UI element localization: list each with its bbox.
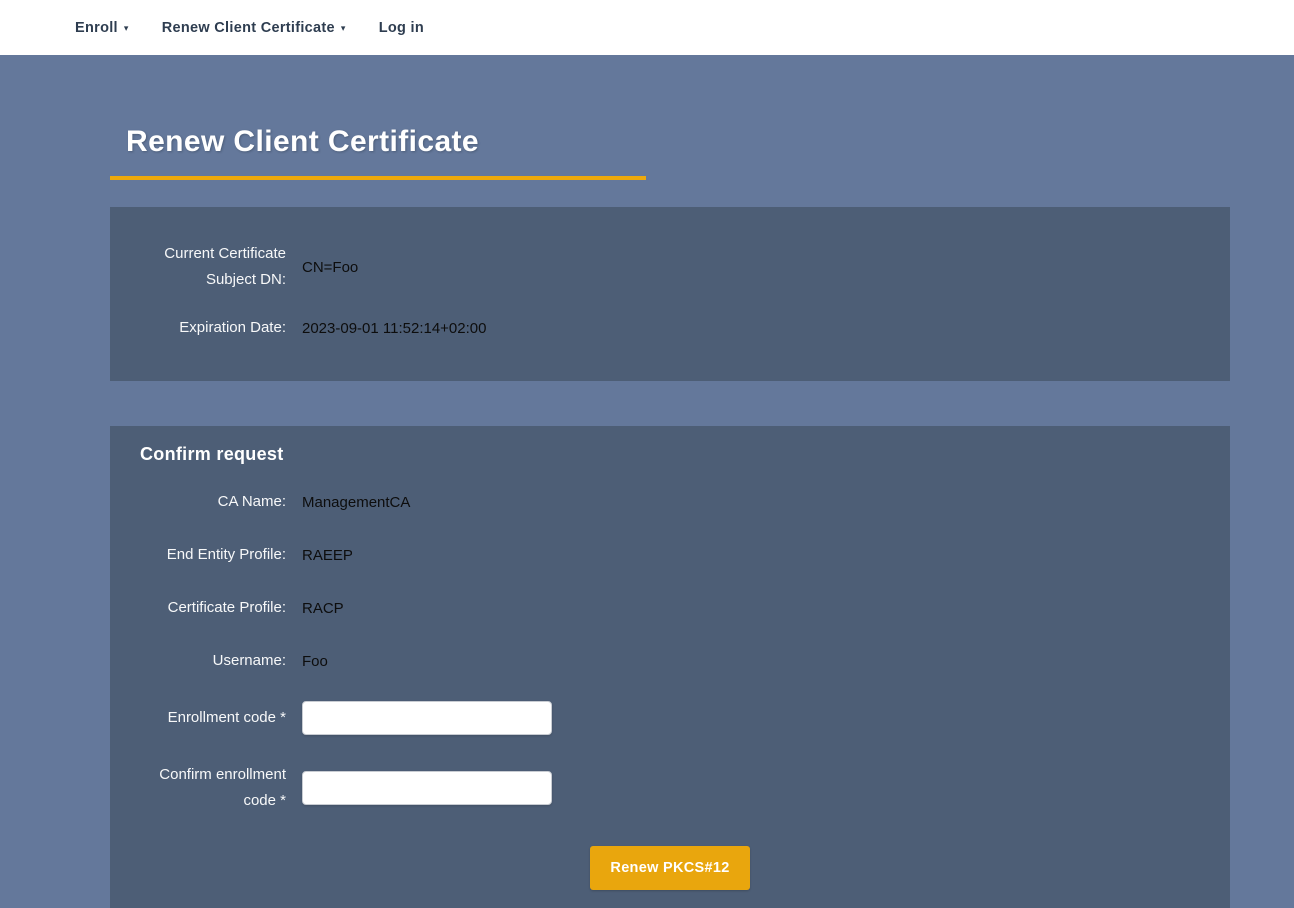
nav-item-renew-client-certificate[interactable]: Renew Client Certificate ▾: [162, 20, 346, 36]
field-label: Current Certificate Subject DN:: [126, 241, 286, 293]
field-label: End Entity Profile:: [126, 542, 286, 568]
row-confirm-enrollment-code: Confirm enrollment code *: [126, 762, 1214, 814]
enrollment-code-input[interactable]: [302, 701, 552, 735]
field-label: Enrollment code *: [126, 705, 286, 731]
field-value: ManagementCA: [302, 494, 410, 511]
page-title: Renew Client Certificate: [110, 125, 646, 159]
field-value: RAEEP: [302, 547, 353, 564]
navbar: Enroll ▾ Renew Client Certificate ▾ Log …: [0, 0, 1294, 55]
chevron-down-icon: ▾: [341, 23, 346, 34]
field-value: Foo: [302, 653, 328, 670]
field-value: RACP: [302, 600, 344, 617]
row-current-certificate-subject-dn: Current Certificate Subject DN: CN=Foo: [126, 241, 1214, 293]
nav-item-enroll[interactable]: Enroll ▾: [75, 20, 129, 36]
renew-pkcs12-button[interactable]: Renew PKCS#12: [590, 846, 749, 890]
nav-item-log-in[interactable]: Log in: [379, 20, 424, 36]
row-expiration-date: Expiration Date: 2023-09-01 11:52:14+02:…: [126, 315, 1214, 341]
current-certificate-panel: Current Certificate Subject DN: CN=Foo E…: [110, 207, 1230, 381]
field-value: CN=Foo: [302, 259, 358, 276]
field-value: 2023-09-01 11:52:14+02:00: [302, 320, 486, 337]
nav-item-login-label: Log in: [379, 20, 424, 36]
confirm-request-panel: Confirm request CA Name: ManagementCA En…: [110, 426, 1230, 908]
nav-item-enroll-label: Enroll: [75, 20, 118, 36]
button-row: Renew PKCS#12: [126, 846, 1214, 890]
chevron-down-icon: ▾: [124, 23, 129, 34]
field-label: CA Name:: [126, 489, 286, 515]
nav-item-renew-label: Renew Client Certificate: [162, 20, 335, 36]
row-enrollment-code: Enrollment code *: [126, 701, 1214, 735]
row-username: Username: Foo: [126, 648, 1214, 674]
row-certificate-profile: Certificate Profile: RACP: [126, 595, 1214, 621]
row-ca-name: CA Name: ManagementCA: [126, 489, 1214, 515]
field-label: Expiration Date:: [126, 315, 286, 341]
field-label: Certificate Profile:: [126, 595, 286, 621]
row-end-entity-profile: End Entity Profile: RAEEP: [126, 542, 1214, 568]
page-title-block: Renew Client Certificate: [110, 125, 646, 180]
confirm-enrollment-code-input[interactable]: [302, 771, 552, 805]
field-label: Username:: [126, 648, 286, 674]
confirm-request-heading: Confirm request: [140, 444, 1214, 465]
main-content: Renew Client Certificate Current Certifi…: [110, 125, 1230, 908]
field-label: Confirm enrollment code *: [126, 762, 286, 814]
